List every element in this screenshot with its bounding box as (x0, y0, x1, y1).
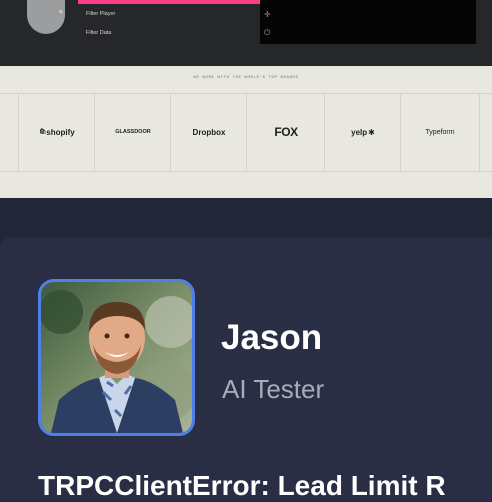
typeform-logo: Typeform (400, 93, 480, 171)
website-header: ▾ Filter Player Filter Data ✛ ⏻ (0, 0, 492, 66)
person-photo-icon (41, 282, 192, 433)
error-message: TRPCClientError: Lead Limit R (38, 470, 446, 501)
profile-role: AI Tester (222, 374, 325, 404)
dropbox-logo: Dropbox (170, 93, 247, 171)
profile-name: Jason (221, 318, 323, 357)
grid-divider-bottom (0, 171, 492, 172)
fox-logo: FOX (246, 93, 325, 171)
shopify-logo: 🛍 shopify (18, 93, 95, 171)
brands-tagline: WE WORK WITH THE WORLD'S TOP BRANDS (193, 76, 299, 80)
menu-item-filter-player[interactable]: Filter Player (86, 11, 115, 17)
user-avatar[interactable] (27, 0, 65, 34)
yelp-burst-icon: ✱ (368, 127, 375, 137)
yelp-logo: yelp ✱ (324, 93, 401, 171)
highlight-bar (78, 0, 260, 4)
shopify-bag-icon: 🛍 (39, 129, 47, 135)
video-panel (260, 0, 476, 44)
plus-icon[interactable]: ✛ (264, 10, 271, 19)
chevron-down-icon[interactable]: ▾ (59, 8, 63, 16)
menu-item-filter-data[interactable]: Filter Data (86, 30, 111, 36)
profile-photo (38, 279, 195, 436)
power-icon[interactable]: ⏻ (264, 28, 270, 38)
glassdoor-logo: GLASSDOOR (94, 93, 171, 171)
